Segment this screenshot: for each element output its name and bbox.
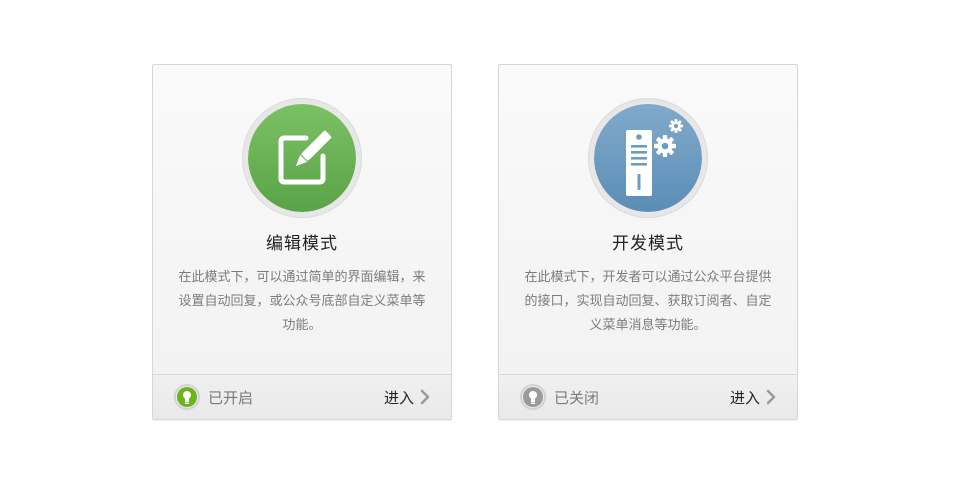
developer-mode-card: 开发模式 在此模式下，开发者可以通过公众平台提供的接口，实现自动回复、获取订阅者… [498, 64, 798, 420]
card-title: 开发模式 [612, 234, 684, 254]
status-label: 已关闭 [554, 388, 600, 407]
developer-mode-icon-ring [588, 98, 708, 218]
edit-icon [248, 104, 356, 212]
edit-mode-card: 编辑模式 在此模式下，可以通过简单的界面编辑，来设置自动回复，或公众号底部自定义… [152, 64, 452, 420]
enter-label: 进入 [383, 388, 414, 407]
enter-edit-mode-link[interactable]: 进入 [384, 384, 430, 410]
developer-settings-icon [594, 104, 702, 212]
status-indicator: 已开启 [174, 384, 253, 410]
edit-mode-icon-ring [242, 98, 362, 218]
status-indicator: 已关闭 [520, 384, 599, 410]
lightbulb-on-icon [174, 384, 200, 410]
status-label: 已开启 [208, 388, 254, 407]
card-description: 在此模式下，开发者可以通过公众平台提供的接口，实现自动回复、获取订阅者、自定义菜… [524, 270, 772, 333]
enter-label: 进入 [729, 388, 760, 407]
card-footer: 已关闭 进入 [499, 374, 797, 419]
card-footer: 已开启 进入 [153, 374, 451, 419]
chevron-right-icon [420, 389, 430, 405]
card-description: 在此模式下，可以通过简单的界面编辑，来设置自动回复，或公众号底部自定义菜单等功能… [178, 270, 426, 333]
card-title: 编辑模式 [266, 234, 338, 254]
lightbulb-off-icon [520, 384, 546, 410]
enter-developer-mode-link[interactable]: 进入 [730, 384, 776, 410]
chevron-right-icon [766, 389, 776, 405]
